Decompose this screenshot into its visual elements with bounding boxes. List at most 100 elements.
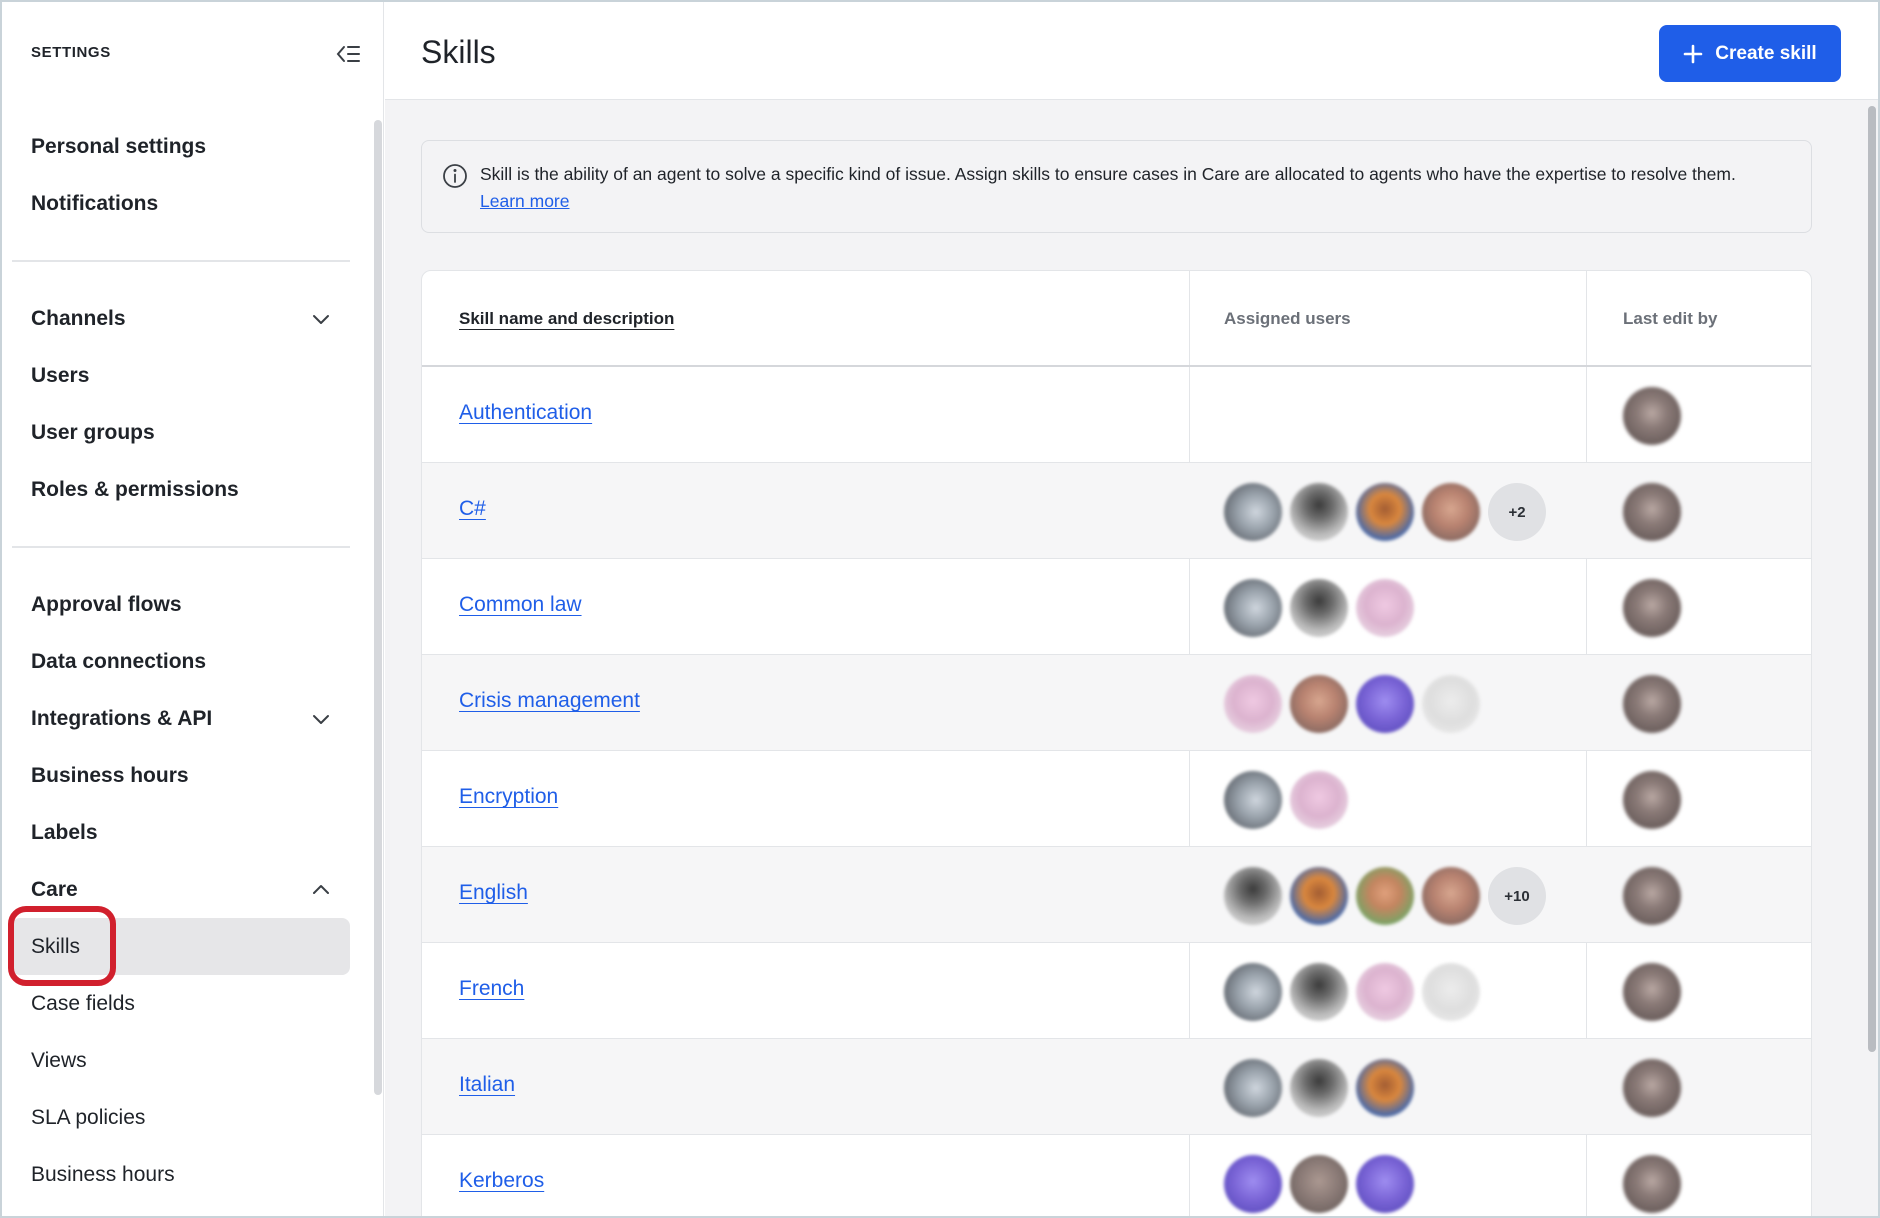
learn-more-link[interactable]: Learn more [480,191,570,211]
chevron-down-icon[interactable] [310,308,332,330]
last-editor-avatar[interactable] [1623,771,1681,829]
last-editor-avatar[interactable] [1623,1155,1681,1213]
sidebar-item-label: SLA policies [31,1105,146,1129]
skill-name-link[interactable]: C# [459,497,486,521]
sidebar-scrollbar[interactable] [374,120,382,1095]
main-scrollbar[interactable] [1868,106,1876,1052]
avatar[interactable] [1224,1059,1282,1117]
chevron-down-icon[interactable] [310,708,332,730]
sidebar-divider [12,546,350,548]
avatar[interactable] [1290,675,1348,733]
table-row: Kerberos [422,1135,1811,1216]
chevron-up-icon[interactable] [310,879,332,901]
avatar[interactable] [1224,1155,1282,1213]
avatar[interactable] [1290,579,1348,637]
avatar[interactable] [1290,1059,1348,1117]
last-editor-avatar[interactable] [1623,483,1681,541]
sidebar-item-users[interactable]: Users [12,347,350,404]
skill-name-link[interactable]: French [459,977,524,1001]
sidebar-item-business-hours[interactable]: Business hours [12,1146,350,1203]
last-editor-avatar[interactable] [1623,387,1681,445]
avatar[interactable] [1356,1155,1414,1213]
sidebar-divider [12,260,350,262]
skill-name-link[interactable]: Crisis management [459,689,640,713]
assigned-users-avatars [1224,771,1348,829]
last-editor-avatar[interactable] [1623,1059,1681,1117]
create-skill-button[interactable]: Create skill [1659,25,1841,82]
avatar[interactable] [1356,867,1414,925]
sidebar-item-case-fields[interactable]: Case fields [12,975,350,1032]
sidebar-item-approval-flows[interactable]: Approval flows [12,576,350,633]
avatar[interactable] [1356,675,1414,733]
avatar[interactable] [1422,963,1480,1021]
assigned-users-avatars [1224,1155,1414,1213]
last-editor-avatar[interactable] [1623,963,1681,1021]
sidebar-item-integrations-api[interactable]: Integrations & API [12,690,350,747]
skill-name-link[interactable]: Kerberos [459,1169,544,1193]
sidebar-item-roles-permissions[interactable]: Roles & permissions [12,461,350,518]
avatar[interactable] [1422,675,1480,733]
sidebar-item-label: Care [31,877,78,901]
sidebar-item-views[interactable]: Views [12,1032,350,1089]
column-header-skill-name[interactable]: Skill name and description [459,309,674,329]
sidebar-item-label: Approval flows [31,592,182,616]
sidebar-item-personal-settings[interactable]: Personal settings [12,118,350,175]
sidebar-item-label: Channels [31,306,126,330]
avatar[interactable] [1356,1059,1414,1117]
sidebar-item-business-hours[interactable]: Business hours [12,747,350,804]
avatar[interactable] [1224,963,1282,1021]
avatar[interactable] [1224,483,1282,541]
table-row: Italian [422,1039,1811,1135]
avatar[interactable] [1356,579,1414,637]
avatar[interactable] [1290,771,1348,829]
skill-name-link[interactable]: Authentication [459,401,592,425]
sidebar-item-skills[interactable]: Skills [12,918,350,975]
app-window: SETTINGS Personal settings Notifications C… [0,0,1880,1218]
avatar[interactable] [1422,483,1480,541]
avatar[interactable] [1224,771,1282,829]
collapse-sidebar-icon[interactable] [335,42,361,66]
last-editor-avatar[interactable] [1623,579,1681,637]
sidebar-item-labels[interactable]: Labels [12,804,350,861]
avatar[interactable] [1290,483,1348,541]
sidebar-item-label: Integrations & API [31,706,213,730]
sidebar-item-notifications[interactable]: Notifications [12,175,350,232]
avatar[interactable] [1290,963,1348,1021]
skill-name-link[interactable]: Italian [459,1073,515,1097]
avatar[interactable] [1224,579,1282,637]
assigned-users-avatars: +10 [1224,867,1546,925]
column-header-last-edit-by: Last edit by [1623,309,1718,328]
last-editor-avatar[interactable] [1623,867,1681,925]
sidebar-title: SETTINGS [31,44,111,61]
sidebar-item-label: Roles & permissions [31,477,239,501]
avatar[interactable] [1356,483,1414,541]
avatar[interactable] [1290,867,1348,925]
more-users-badge[interactable]: +10 [1488,867,1546,925]
sidebar-item-sla-policies[interactable]: SLA policies [12,1089,350,1146]
table-header: Skill name and description Assigned user… [422,271,1811,367]
skill-name-link[interactable]: Common law [459,593,582,617]
skill-name-link[interactable]: Encryption [459,785,558,809]
sidebar-item-label: Notifications [31,191,159,215]
last-editor-avatar[interactable] [1623,675,1681,733]
skill-name-link[interactable]: English [459,881,528,905]
sidebar-item-data-connections[interactable]: Data connections [12,633,350,690]
assigned-users-avatars [1224,963,1480,1021]
sidebar-item-channels[interactable]: Channels [12,290,350,347]
avatar[interactable] [1356,963,1414,1021]
info-banner: Skill is the ability of an agent to solv… [421,140,1812,233]
table-row: Encryption [422,751,1811,847]
avatar[interactable] [1290,1155,1348,1213]
avatar[interactable] [1224,867,1282,925]
sidebar-item-user-groups[interactable]: User groups [12,404,350,461]
more-users-badge[interactable]: +2 [1488,483,1546,541]
sidebar-item-label: User groups [31,420,155,444]
page-title: Skills [421,34,496,70]
info-text: Skill is the ability of an agent to solv… [480,161,1780,215]
info-message: Skill is the ability of an agent to solv… [480,164,1736,184]
settings-sidebar: SETTINGS Personal settings Notifications C… [2,2,384,1216]
sidebar-item-care[interactable]: Care [12,861,350,918]
avatar[interactable] [1422,867,1480,925]
table-row: English +10 [422,847,1811,943]
avatar[interactable] [1224,675,1282,733]
